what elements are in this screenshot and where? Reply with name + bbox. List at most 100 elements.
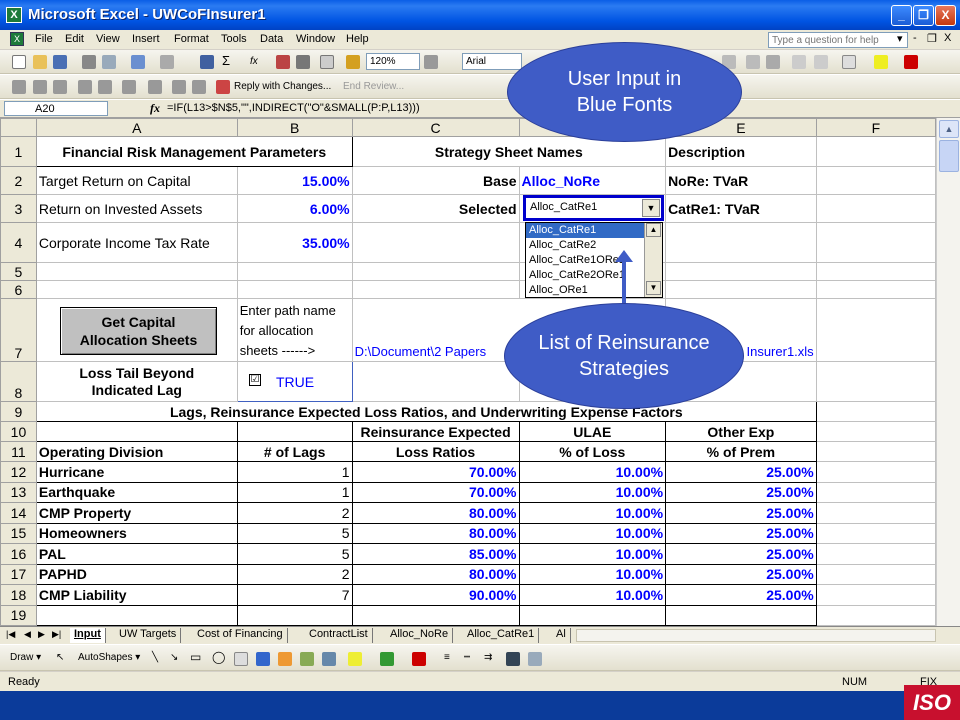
other-exp-cell[interactable]: 25.00% — [665, 522, 817, 544]
scroll-up-icon[interactable]: ▲ — [939, 120, 959, 138]
sheet-tab-alloc-catre1[interactable]: Alloc_CatRe1 — [463, 628, 540, 643]
other-exp-cell[interactable]: 25.00% — [665, 502, 817, 524]
3d-icon[interactable] — [528, 652, 542, 666]
scroll-thumb[interactable] — [939, 140, 959, 172]
cell-e11[interactable]: % of Prem — [665, 441, 817, 462]
cell-a10[interactable] — [35, 421, 238, 442]
picture-icon[interactable] — [322, 652, 336, 666]
division-name-cell[interactable]: PAL — [35, 543, 238, 565]
cell-a3[interactable]: Return on Invested Assets — [35, 194, 238, 223]
fill-color-draw-icon[interactable] — [348, 652, 362, 666]
division-name-cell[interactable]: PAPHD — [35, 563, 238, 585]
cell-b7[interactable]: Enter path name for allocation sheets --… — [236, 298, 353, 362]
cell-b3[interactable]: 6.00% — [236, 194, 353, 223]
review-icon-8[interactable] — [172, 80, 186, 94]
font-color-icon[interactable] — [904, 55, 918, 69]
cell-c11[interactable]: Loss Ratios — [351, 441, 520, 462]
hyperlink-icon[interactable] — [200, 55, 214, 69]
open-icon[interactable] — [33, 55, 47, 69]
dropdown-option[interactable]: Alloc_CatRe1 — [526, 223, 644, 238]
cell[interactable] — [351, 262, 520, 281]
cell[interactable] — [351, 604, 520, 626]
autoshapes-menu-button[interactable]: AutoShapes ▾ — [78, 652, 140, 663]
dash-style-icon[interactable]: ┅ — [464, 652, 470, 663]
review-icon-7[interactable] — [148, 80, 162, 94]
other-exp-cell[interactable]: 25.00% — [665, 563, 817, 585]
vertical-scrollbar[interactable]: ▲ — [936, 118, 960, 626]
ulae-cell[interactable]: 10.00% — [518, 543, 667, 565]
zoom-select[interactable]: 120% — [366, 53, 420, 70]
cell[interactable] — [35, 280, 238, 299]
cell-c4[interactable] — [351, 222, 520, 263]
column-header-f[interactable]: F — [815, 118, 936, 137]
excel-icon[interactable]: X — [6, 7, 22, 23]
cell-f10[interactable] — [815, 421, 936, 442]
cell[interactable] — [351, 280, 520, 299]
help-search-input[interactable] — [768, 32, 908, 48]
workbook-icon[interactable]: X — [10, 32, 24, 46]
arrow-icon[interactable]: ↘ — [170, 652, 178, 663]
justify-icon[interactable] — [746, 55, 760, 69]
row-header[interactable]: 5 — [0, 262, 37, 281]
cell[interactable] — [815, 502, 936, 524]
maximize-button[interactable]: ❐ — [913, 5, 934, 26]
select-all-corner[interactable] — [0, 118, 37, 137]
menu-file[interactable]: File — [35, 33, 53, 45]
sheet-tab-uw-targets[interactable]: UW Targets — [115, 628, 182, 643]
close-button[interactable]: X — [935, 5, 956, 26]
row-header[interactable]: 17 — [0, 563, 37, 585]
cell-e1[interactable]: Description — [665, 136, 817, 167]
review-icon-2[interactable] — [33, 80, 47, 94]
menu-format[interactable]: Format — [174, 33, 209, 45]
cell[interactable] — [815, 604, 936, 626]
name-box[interactable]: A20 — [4, 101, 108, 116]
cell[interactable] — [815, 481, 936, 503]
save-icon[interactable] — [53, 55, 67, 69]
ulae-cell[interactable]: 10.00% — [518, 584, 667, 606]
loss-ratio-cell[interactable]: 80.00% — [351, 522, 520, 544]
row-header[interactable]: 6 — [0, 280, 37, 299]
row-header[interactable]: 4 — [0, 222, 37, 263]
cell[interactable] — [35, 262, 238, 281]
dropdown-scroll-down-icon[interactable]: ▼ — [646, 281, 661, 295]
increase-decimal-icon[interactable] — [792, 55, 806, 69]
menu-edit[interactable]: Edit — [65, 33, 84, 45]
insert-function-icon[interactable]: fx — [150, 101, 160, 116]
sort-descending-icon[interactable] — [296, 55, 310, 69]
row-header[interactable]: 14 — [0, 502, 37, 524]
cell-e10[interactable]: Other Exp — [665, 421, 817, 442]
lags-cell[interactable]: 1 — [236, 481, 353, 503]
cell-a8[interactable]: Loss Tail Beyond Indicated Lag — [35, 361, 238, 402]
rectangle-icon[interactable]: ▭ — [190, 650, 201, 664]
cell-b2[interactable]: 15.00% — [236, 166, 353, 195]
review-icon-1[interactable] — [12, 80, 26, 94]
fill-color-icon[interactable] — [874, 55, 888, 69]
row-header[interactable]: 12 — [0, 461, 37, 483]
cell-e3[interactable]: CatRe1: TVaR — [665, 194, 817, 223]
cell-c10[interactable]: Reinsurance Expected — [351, 421, 520, 442]
row-header[interactable]: 9 — [0, 401, 37, 422]
dropdown-scroll-up-icon[interactable]: ▲ — [646, 223, 661, 237]
dropdown-option[interactable]: Alloc_ORe1 — [526, 283, 644, 297]
row-header[interactable]: 2 — [0, 166, 37, 195]
arrow-style-icon[interactable]: ⇉ — [484, 652, 492, 663]
division-name-cell[interactable]: CMP Liability — [35, 584, 238, 606]
cell[interactable] — [518, 604, 667, 626]
ulae-cell[interactable]: 10.00% — [518, 522, 667, 544]
minimize-button[interactable]: _ — [891, 5, 912, 26]
dropdown-scrollbar[interactable]: ▲ ▼ — [644, 223, 662, 297]
drawing-icon[interactable] — [320, 55, 334, 69]
cell[interactable] — [665, 604, 817, 626]
cell[interactable] — [815, 280, 936, 299]
row-header[interactable]: 19 — [0, 604, 37, 626]
row-header[interactable]: 16 — [0, 543, 37, 565]
redo-icon[interactable] — [160, 55, 174, 69]
first-sheet-icon[interactable]: |◀ — [6, 629, 15, 640]
cell-a2[interactable]: Target Return on Capital — [35, 166, 238, 195]
autosum-icon[interactable]: Σ — [222, 53, 230, 68]
last-sheet-icon[interactable]: ▶| — [52, 629, 61, 640]
sheet-tab-input[interactable]: Input — [70, 628, 106, 643]
other-exp-cell[interactable]: 25.00% — [665, 481, 817, 503]
oval-icon[interactable]: ◯ — [212, 650, 225, 664]
row-header[interactable]: 11 — [0, 441, 37, 462]
